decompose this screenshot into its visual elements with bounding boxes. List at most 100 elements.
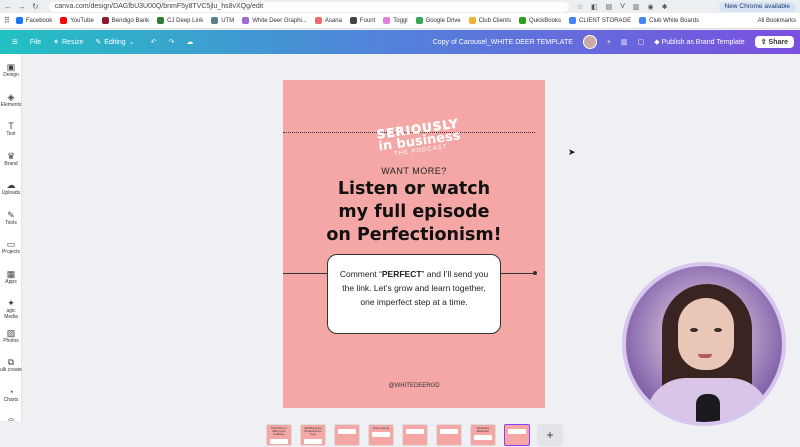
star-icon[interactable]: ☆	[577, 3, 583, 11]
toolbar-right: Copy of Carousel_WHITE DEER TEMPLATE + ▥…	[433, 35, 794, 49]
file-menu[interactable]: File	[30, 39, 41, 46]
resize-button[interactable]: ✶ Resize	[53, 38, 83, 47]
bookmark-label: White Deer Graphi...	[252, 17, 307, 24]
podcast-logo[interactable]: SERIOUSLY in business THE PODCAST	[367, 115, 470, 161]
sidebar-label: Elements	[0, 101, 22, 108]
bookmark-item[interactable]: Club Clients	[468, 17, 511, 24]
page-thumbnail[interactable]	[402, 424, 428, 446]
editing-mode-dropdown[interactable]: ✎ Editing ⌄	[95, 38, 135, 47]
bookmark-item[interactable]: Asana	[314, 17, 342, 24]
bookmark-item[interactable]: Facebook	[15, 17, 53, 24]
bookmark-favicon-icon	[242, 17, 250, 24]
sidebar-item[interactable]: ◔ Charts	[0, 387, 22, 403]
add-collaborator-icon[interactable]: +	[607, 39, 611, 46]
reload-icon[interactable]: ↻	[32, 2, 39, 11]
thumbnail-card	[270, 438, 288, 444]
bookmark-item[interactable]: Bendigo Bank	[101, 17, 150, 24]
sidebar-label: Apps	[5, 278, 17, 285]
cloud-save-icon[interactable]: ☁	[186, 38, 193, 46]
sidebar-label: Uploads	[1, 190, 21, 196]
bookmark-label: Toggl	[393, 17, 408, 24]
vimeo-icon[interactable]: V	[620, 3, 625, 11]
sidebar-item[interactable]: ⧉ ulk create	[0, 357, 22, 373]
bookmark-item[interactable]: White Deer Graphi...	[242, 17, 307, 24]
bookmark-item[interactable]: CJ Deep Link	[157, 17, 203, 24]
sidebar-item[interactable]: ✦ agic Media	[0, 298, 22, 320]
sidebar-item[interactable]: ▣ Design	[0, 62, 22, 78]
bookmark-label: Fount	[359, 17, 376, 24]
extension-icon[interactable]: ◧	[591, 3, 598, 11]
sidebar-item[interactable]: ☁ Uploads	[0, 180, 22, 196]
bookmark-item[interactable]: Google Drive	[415, 17, 461, 24]
sidebar-item[interactable]: ▨ Photos	[0, 328, 22, 344]
design-page[interactable]: SERIOUSLY in business THE PODCAST WANT M…	[283, 80, 545, 408]
sidebar-item[interactable]: T Text	[0, 121, 22, 137]
puzzle-icon[interactable]: ✱	[662, 3, 668, 11]
want-more-text[interactable]: WANT MORE?	[283, 166, 545, 176]
bookmark-item[interactable]: Toggl	[383, 17, 408, 24]
sidebar-item[interactable]: ✎ Tools	[0, 210, 22, 226]
bookmark-favicon-icon	[15, 17, 23, 24]
sidebar-icon: ♛	[6, 150, 16, 161]
social-handle[interactable]: @WHITEDEERGD	[283, 383, 545, 389]
chevron-down-icon: ⌄	[128, 39, 135, 46]
publish-brand-template-button[interactable]: ◆ Publish as Brand Template	[654, 38, 744, 46]
apps-grid-icon[interactable]: ⠿	[4, 16, 10, 25]
browser-nav: ← → ↻	[0, 2, 39, 11]
bookmark-favicon-icon	[468, 17, 476, 24]
page-thumbnail[interactable]: Identifying the Perfectionism Type	[300, 424, 326, 446]
sidebar-item[interactable]: ◈ Elements	[0, 92, 22, 108]
document-title[interactable]: Copy of Carousel_WHITE DEER TEMPLATE	[433, 39, 573, 46]
chrome-update-button[interactable]: New Chrome available	[718, 1, 796, 12]
sidebar-icon: ▭	[6, 239, 16, 249]
bookmark-item[interactable]: Club White Boards	[639, 17, 699, 24]
page-thumbnail[interactable]: Perfection is killing your business	[266, 424, 292, 446]
redo-icon[interactable]: ↷	[168, 38, 174, 46]
publish-label: Publish as Brand Template	[661, 39, 745, 46]
bookmark-label: CLIENT STORAGE	[578, 17, 632, 24]
page-thumbnail[interactable]	[504, 424, 530, 446]
sidebar-icon: ☁	[6, 180, 16, 190]
share-button[interactable]: ⇪ Share	[754, 36, 794, 48]
sidebar-item[interactable]: ▭ Projects	[0, 239, 22, 255]
bookmark-item[interactable]: Fount	[349, 17, 376, 24]
avatar[interactable]	[582, 35, 597, 49]
extension-icon[interactable]: ▥	[633, 3, 640, 11]
extension-icon[interactable]: ▤	[606, 3, 613, 11]
bookmark-item[interactable]: CLIENT STORAGE	[568, 17, 632, 24]
headline[interactable]: Listen or watch my full episode on Perfe…	[283, 178, 545, 247]
bookmark-favicon-icon	[415, 17, 423, 24]
bookmark-item[interactable]: QuickBooks	[518, 17, 561, 24]
comment-callout[interactable]: Comment “PERFECT” and I’ll send you the …	[327, 254, 501, 334]
headline-line-1: Listen or watch	[337, 179, 491, 199]
bookmark-label: Facebook	[25, 17, 53, 24]
sidebar-item[interactable]: ♛ Brand	[0, 151, 22, 167]
forward-icon[interactable]: →	[18, 2, 26, 11]
sidebar-item[interactable]: ▦ Apps	[0, 269, 22, 285]
add-page-button[interactable]: +	[537, 424, 563, 446]
page-thumbnail[interactable]	[334, 424, 360, 446]
stats-icon[interactable]: ▥	[621, 38, 628, 46]
all-bookmarks-button[interactable]: All Bookmarks	[758, 18, 796, 24]
page-thumbnail[interactable]	[436, 424, 462, 446]
back-icon[interactable]: ←	[4, 2, 12, 11]
comment-icon[interactable]: ▢	[638, 38, 645, 46]
camera-icon[interactable]: ◉	[648, 3, 654, 11]
page-thumbnail[interactable]: How to let go	[368, 424, 394, 446]
bookmark-item[interactable]: UTM	[211, 17, 234, 24]
thumbnail-card	[474, 435, 492, 441]
presenter-video	[622, 262, 786, 426]
thumbnail-card	[372, 432, 390, 438]
menu-icon[interactable]: ≡	[12, 37, 18, 48]
bookmark-favicon-icon	[639, 17, 647, 24]
sidebar-icon: ✦	[7, 298, 15, 308]
bookmark-label: Bendigo Bank	[111, 17, 150, 24]
microphone	[696, 394, 720, 422]
bookmark-favicon-icon	[314, 17, 322, 24]
bookmark-item[interactable]: YouTube	[60, 17, 94, 24]
undo-icon[interactable]: ↶	[151, 38, 157, 46]
page-thumbnail[interactable]: Perfection Reflection	[470, 424, 496, 446]
bookmark-favicon-icon	[518, 17, 526, 24]
sidebar-label: Design	[3, 72, 19, 78]
address-bar[interactable]: canva.com/design/DAGfbU3U00Q/bnmF5y8TVC5…	[48, 1, 569, 12]
